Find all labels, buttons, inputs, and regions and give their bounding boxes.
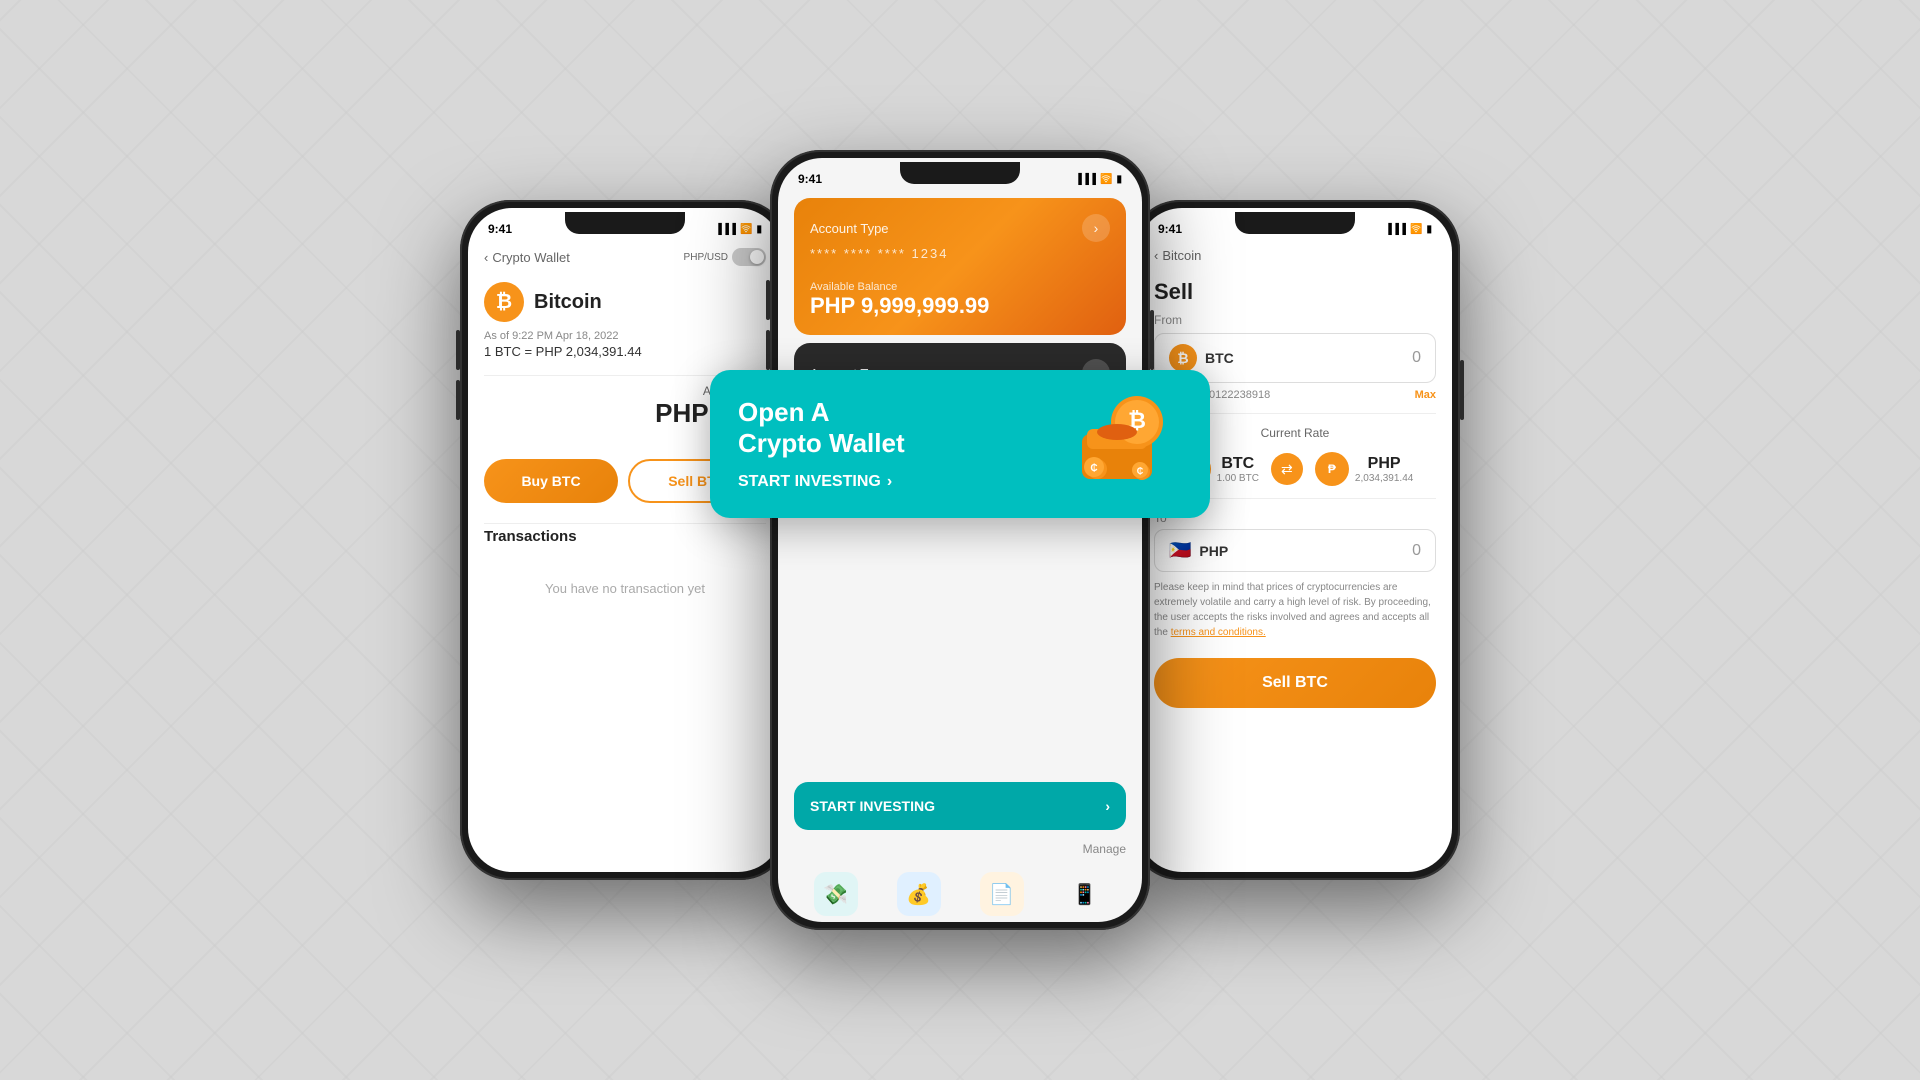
quick-action-load[interactable]: 📱 BuyLoad	[1063, 872, 1107, 922]
btc-date: As of 9:22 PM Apr 18, 2022	[468, 330, 782, 344]
transactions-title: Transactions	[484, 528, 766, 545]
banner-heading: Open A Crypto Wallet	[738, 397, 905, 459]
chevron-left-icon-r: ‹	[1154, 248, 1158, 263]
php-input-currency: PHP	[1199, 543, 1228, 559]
back-button-left[interactable]: ‹ Crypto Wallet	[484, 250, 570, 265]
quick-actions: 💸 SendMoney 💰 ReceiveMoney 📄 PayBills	[794, 864, 1126, 922]
status-icons-left: ▐▐▐ 🛜 ▮	[715, 224, 762, 235]
battery-icon-r: ▮	[1426, 224, 1432, 235]
php-flag-icon: 🇵🇭	[1169, 540, 1191, 561]
card1-balance-value: PHP 9,999,999.99	[810, 293, 1110, 319]
receive-icon: 💰	[897, 872, 941, 916]
load-icon: 📱	[1063, 872, 1107, 916]
nav-bar-right: ‹ Bitcoin	[1138, 240, 1452, 271]
crypto-banner-small[interactable]: START INVESTING ›	[794, 782, 1126, 830]
btc-input-value: 0	[1412, 349, 1421, 367]
wifi-icon-r: 🛜	[1410, 224, 1422, 235]
phone-notch-center	[900, 162, 1020, 184]
send-icon: 💸	[814, 872, 858, 916]
bills-icon: 📄	[980, 872, 1024, 916]
quick-action-receive[interactable]: 💰 ReceiveMoney	[897, 872, 941, 922]
transactions-section: Transactions You have no transaction yet	[468, 528, 782, 616]
banner-arrow-small: ›	[1105, 798, 1110, 814]
no-transaction-text: You have no transaction yet	[484, 561, 766, 616]
btc-rate: 1 BTC = PHP 2,034,391.44	[468, 344, 782, 371]
rate-php: ₱ PHP 2,034,391.44	[1315, 452, 1413, 486]
status-icons-right: ▐▐▐ 🛜 ▮	[1385, 224, 1432, 235]
right-phone-screen: 9:41 ▐▐▐ 🛜 ▮ ‹ Bitcoin Sell From	[1138, 208, 1452, 872]
signal-icon-r: ▐▐▐	[1385, 224, 1406, 235]
quick-action-send[interactable]: 💸 SendMoney	[814, 872, 858, 922]
manage-label: Manage	[794, 842, 1126, 856]
svg-text:₵: ₵	[1137, 466, 1144, 476]
buy-btc-button[interactable]: Buy BTC	[484, 459, 618, 503]
card1-account-type: Account Type ›	[810, 214, 1110, 242]
phone-notch-right	[1235, 212, 1355, 234]
right-phone: 9:41 ▐▐▐ 🛜 ▮ ‹ Bitcoin Sell From	[1130, 200, 1460, 880]
card1-account-num: **** **** **** 1234	[810, 246, 1110, 261]
center-phone-screen: 9:41 ▐▐▐ 🛜 ▮ Account Type › **** **** **…	[778, 158, 1142, 922]
card1-balance-label: Available Balance	[810, 281, 1110, 293]
wifi-icon: 🛜	[740, 224, 752, 235]
wifi-icon-c: 🛜	[1100, 174, 1112, 185]
status-time-right: 9:41	[1158, 222, 1182, 236]
status-time-left: 9:41	[488, 222, 512, 236]
max-button[interactable]: Max	[1415, 389, 1436, 401]
btc-input-icon: ₿	[1169, 344, 1197, 372]
nav-title-left: Crypto Wallet	[492, 250, 570, 265]
btc-icon: ₿	[484, 282, 524, 322]
banner-bitcoin-icon: ₿ ₵ ₵	[1062, 394, 1182, 494]
left-phone: 9:41 ▐▐▐ 🛜 ▮ ‹ Crypto Wallet PHP/USD	[460, 200, 790, 880]
left-phone-screen: 9:41 ▐▐▐ 🛜 ▮ ‹ Crypto Wallet PHP/USD	[468, 208, 782, 872]
nav-bar-left: ‹ Crypto Wallet PHP/USD	[468, 240, 782, 274]
sell-btc-button-right[interactable]: Sell BTC	[1154, 658, 1436, 708]
rate-php-icon: ₱	[1315, 452, 1349, 486]
btc-name: Bitcoin	[534, 291, 602, 314]
banner-cta-button[interactable]: START INVESTING ›	[738, 473, 905, 491]
rate-php-label: PHP	[1355, 455, 1413, 473]
status-time-center: 9:41	[798, 172, 822, 186]
banner-text: Open A Crypto Wallet START INVESTING ›	[738, 397, 905, 491]
svg-text:₵: ₵	[1090, 462, 1097, 474]
signal-icon-c: ▐▐▐	[1075, 174, 1096, 185]
orange-card[interactable]: Account Type › **** **** **** 1234 Avail…	[794, 198, 1126, 335]
btc-header: ₿ Bitcoin	[468, 274, 782, 330]
phone-notch-left	[565, 212, 685, 234]
btc-input-currency: BTC	[1205, 350, 1234, 366]
disclaimer-text: Please keep in mind that prices of crypt…	[1154, 580, 1436, 640]
back-button-right[interactable]: ‹ Bitcoin	[1154, 248, 1201, 263]
php-input-field[interactable]: 🇵🇭 PHP 0	[1154, 529, 1436, 572]
battery-icon-c: ▮	[1116, 174, 1122, 185]
signal-icon: ▐▐▐	[715, 224, 736, 235]
rate-btc-label: BTC	[1217, 455, 1259, 473]
toggle-label: PHP/USD	[684, 252, 728, 263]
nav-title-right: Bitcoin	[1162, 248, 1201, 263]
card1-chevron[interactable]: ›	[1082, 214, 1110, 242]
banner-cta-small: START INVESTING	[810, 798, 935, 814]
sell-title: Sell	[1138, 271, 1452, 309]
currency-toggle[interactable]	[732, 248, 766, 266]
rate-php-value: 2,034,391.44	[1355, 473, 1413, 484]
center-phone: 9:41 ▐▐▐ 🛜 ▮ Account Type › **** **** **…	[770, 150, 1150, 930]
from-label: From	[1138, 309, 1452, 333]
crypto-wallet-banner[interactable]: Open A Crypto Wallet START INVESTING › ₿…	[710, 370, 1210, 518]
terms-link[interactable]: terms and conditions.	[1171, 627, 1266, 638]
currency-toggle-container[interactable]: PHP/USD	[684, 248, 766, 266]
status-icons-center: ▐▐▐ 🛜 ▮	[1075, 174, 1122, 185]
swap-icon[interactable]: ⇄	[1271, 453, 1303, 485]
chevron-left-icon: ‹	[484, 250, 488, 265]
php-input-value: 0	[1412, 542, 1421, 560]
battery-icon: ▮	[756, 224, 762, 235]
banner-arrow-icon: ›	[887, 473, 892, 491]
rate-btc-sub: 1.00 BTC	[1217, 473, 1259, 484]
quick-action-bills[interactable]: 📄 PayBills	[980, 872, 1024, 922]
